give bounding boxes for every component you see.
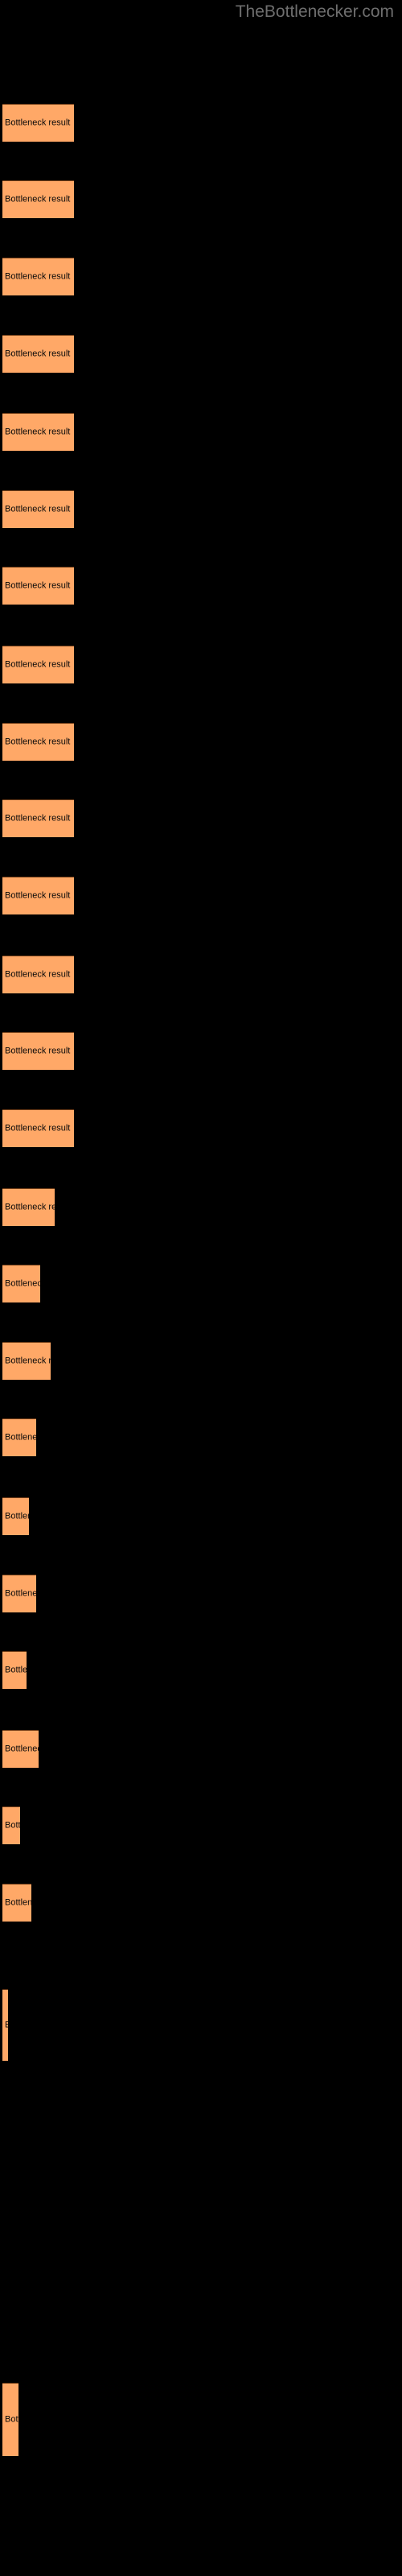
bar-label: Bottleneck result xyxy=(5,1046,71,1056)
bar-21[interactable]: Bottleneck result xyxy=(2,1651,27,1689)
bar-19[interactable]: Bottleneck result xyxy=(2,1497,29,1535)
bar-1[interactable]: Bottleneck result xyxy=(2,104,74,142)
bar-label: Bottleneck result xyxy=(5,1588,36,1599)
bar-25[interactable]: Bottleneck result xyxy=(2,1989,8,2061)
bar-label: Bottleneck result xyxy=(5,737,71,747)
bar-14[interactable]: Bottleneck result xyxy=(2,1109,74,1147)
bar-label: Bottleneck result xyxy=(5,890,71,901)
bar-8[interactable]: Bottleneck result xyxy=(2,646,74,683)
bar-label: Bottleneck result xyxy=(5,1278,40,1289)
bar-7[interactable]: Bottleneck result xyxy=(2,567,74,605)
bar-label: Bottleneck result xyxy=(5,1897,31,1908)
bar-label: Bottleneck result xyxy=(5,1665,27,1675)
bar-2[interactable]: Bottleneck result xyxy=(2,180,74,218)
bar-label: Bottleneck result xyxy=(5,1744,39,1754)
bar-24[interactable]: Bottleneck result xyxy=(2,1884,31,1922)
bar-15[interactable]: Bottleneck result xyxy=(2,1188,55,1226)
bar-label: Bottleneck result xyxy=(5,1202,55,1212)
bar-label: Bottleneck result xyxy=(5,1820,20,1831)
bar-label: Bottleneck result xyxy=(5,194,71,204)
bar-label: Bottleneck result xyxy=(5,659,71,670)
bar-3[interactable]: Bottleneck result xyxy=(2,258,74,295)
bar-22[interactable]: Bottleneck result xyxy=(2,1730,39,1768)
bar-label: Bottleneck result xyxy=(5,2414,18,2425)
bar-4[interactable]: Bottleneck result xyxy=(2,335,74,373)
bar-17[interactable]: Bottleneck result xyxy=(2,1342,51,1380)
bar-label: Bottleneck result xyxy=(5,969,71,980)
bar-label: Bottleneck result xyxy=(5,1511,29,1521)
bar-11[interactable]: Bottleneck result xyxy=(2,877,74,914)
bar-12[interactable]: Bottleneck result xyxy=(2,956,74,993)
bar-label: Bottleneck result xyxy=(5,813,71,824)
bar-label: Bottleneck result xyxy=(5,504,71,514)
bar-label: Bottleneck result xyxy=(5,271,71,282)
bar-10[interactable]: Bottleneck result xyxy=(2,799,74,837)
bar-label: Bottleneck result xyxy=(5,1123,71,1133)
bar-label: Bottleneck result xyxy=(5,427,71,437)
bar-23[interactable]: Bottleneck result xyxy=(2,1806,20,1844)
bar-20[interactable]: Bottleneck result xyxy=(2,1575,36,1612)
page-title: TheBottlenecker.com xyxy=(235,2,394,21)
bar-16[interactable]: Bottleneck result xyxy=(2,1265,40,1302)
bar-label: Bottleneck result xyxy=(5,580,71,591)
bar-label: Bottleneck result xyxy=(5,349,71,359)
bar-26[interactable]: Bottleneck result xyxy=(2,2383,18,2456)
bar-label: Bottleneck result xyxy=(5,2021,8,2031)
bar-13[interactable]: Bottleneck result xyxy=(2,1032,74,1070)
bar-5[interactable]: Bottleneck result xyxy=(2,413,74,451)
bottleneck-chart-page: TheBottlenecker.com Bottleneck result Bot… xyxy=(0,0,402,2576)
bar-label: Bottleneck result xyxy=(5,1356,51,1366)
bar-label: Bottleneck result xyxy=(5,118,71,128)
bar-6[interactable]: Bottleneck result xyxy=(2,490,74,528)
bar-18[interactable]: Bottleneck result xyxy=(2,1418,36,1456)
bar-label: Bottleneck result xyxy=(5,1432,36,1443)
bar-9[interactable]: Bottleneck result xyxy=(2,723,74,761)
